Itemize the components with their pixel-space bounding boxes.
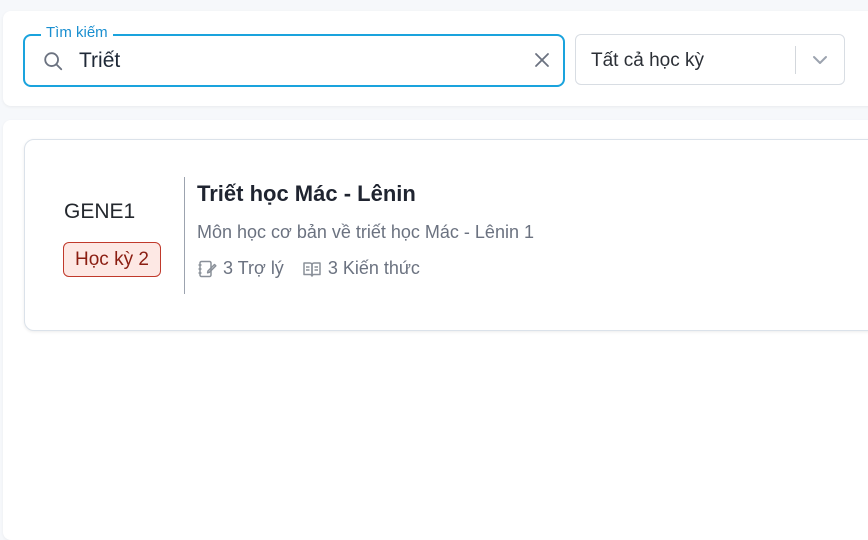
close-icon[interactable]	[533, 51, 551, 69]
semester-select[interactable]: Tất cả học kỳ	[575, 34, 845, 85]
chevron-down-icon[interactable]	[810, 52, 830, 68]
notebook-pen-icon	[198, 260, 217, 277]
card-divider	[184, 177, 185, 294]
search-icon	[44, 52, 63, 71]
assistant-count: 3 Trợ lý	[197, 258, 284, 279]
course-title: Triết học Mác - Lênin	[197, 181, 416, 206]
search-field[interactable]: Tìm kiếm	[23, 24, 565, 87]
course-meta: 3 Trợ lý 3 Kiến thức	[197, 258, 438, 279]
semester-badge: Học kỳ 2	[63, 242, 161, 277]
search-label: Tìm kiếm	[41, 24, 113, 42]
course-code: GENE1	[64, 200, 136, 223]
course-card[interactable]: GENE1 Học kỳ 2 Triết học Mác - Lênin Môn…	[24, 139, 868, 331]
course-description: Môn học cơ bản về triết học Mác - Lênin …	[197, 222, 534, 242]
search-input[interactable]	[79, 46, 519, 76]
select-separator	[795, 46, 796, 74]
open-book-icon	[303, 261, 321, 277]
knowledge-count: 3 Kiến thức	[302, 258, 420, 279]
assistant-count-label: 3 Trợ lý	[223, 258, 284, 278]
semester-select-value: Tất cả học kỳ	[591, 50, 704, 71]
knowledge-count-label: 3 Kiến thức	[327, 258, 420, 278]
